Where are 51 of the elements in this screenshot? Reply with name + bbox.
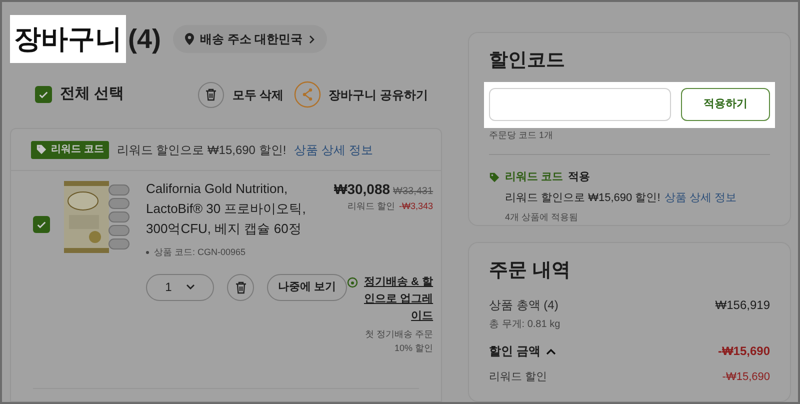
tag-icon: [36, 144, 47, 156]
share-cart-button[interactable]: 장바구니 공유하기: [294, 81, 428, 108]
discount-amount: -₩3,343: [399, 200, 434, 214]
delete-all-button[interactable]: 모두 삭제: [198, 82, 284, 108]
reward-code-tag: 리워드 코드: [31, 140, 109, 159]
page-title: 장바구니: [10, 15, 126, 63]
promo-text: 리워드 할인으로 ₩15,690 할인!: [116, 142, 286, 159]
applied-details-link[interactable]: 상품 상세 정보: [664, 190, 736, 206]
item-count: (4): [128, 22, 161, 56]
discount-total: -₩15,690: [718, 343, 770, 360]
product-details-link[interactable]: 상품 상세 정보: [294, 140, 373, 159]
applied-discount-text: 리워드 할인으로 ₩15,690 할인!: [505, 190, 660, 206]
chevron-down-icon: [186, 284, 195, 290]
save-for-later-button[interactable]: 나중에 보기: [267, 274, 348, 301]
tag-icon: [489, 172, 500, 183]
trash-icon: [234, 280, 246, 294]
summary-label: 리워드 할인: [489, 370, 548, 385]
discount-label: 리워드 할인: [348, 200, 396, 214]
check-icon: [36, 219, 47, 230]
subscribe-note: 첫 정기배송 주문 10% 할인: [364, 328, 434, 355]
subscribe-icon: [347, 276, 358, 288]
original-price: ₩33,431: [393, 185, 434, 200]
select-all-label: 전체 선택: [60, 84, 124, 104]
share-icon: [294, 81, 321, 108]
order-summary-title: 주문 내역: [489, 258, 572, 282]
location-pin-icon: [185, 33, 194, 45]
shipping-address-button[interactable]: 배송 주소 대한민국: [173, 25, 327, 53]
summary-label: 상품 총액 (4): [489, 297, 558, 314]
apply-button[interactable]: 적용하기: [681, 88, 770, 121]
chevron-right-icon: [308, 34, 315, 44]
discount-toggle[interactable]: 할인 금액: [489, 342, 556, 360]
applied-code-tag: 리워드 코드: [505, 169, 564, 186]
trash-icon: [205, 88, 218, 102]
quantity-select[interactable]: 1: [146, 274, 214, 301]
bullet-icon: [146, 251, 149, 254]
checkbox[interactable]: [33, 216, 50, 234]
product-code: 상품 코드: CGN-00965: [154, 246, 246, 260]
check-icon: [38, 89, 49, 100]
checkbox[interactable]: [35, 86, 52, 104]
coupon-code-input[interactable]: [489, 88, 671, 121]
price: ₩30,088: [334, 180, 390, 200]
weight-note: 총 무게: 0.81 kg: [489, 318, 562, 332]
subscribe-upgrade-link[interactable]: 정기배송 & 할인으로 업그레이드: [361, 274, 434, 325]
coupon-title: 할인코드: [489, 49, 566, 73]
summary-value: -₩15,690: [722, 370, 770, 385]
applied-status: 적용: [568, 170, 590, 185]
coupon-note: 주문당 코드 1개: [489, 128, 554, 142]
product-name: California Gold Nutrition, LactoBif® 30 프로바이오틱, 300억CFU, 베지 캡슐 60정: [146, 180, 307, 238]
applied-items-note: 4개 상품에 적용됨: [505, 211, 580, 224]
delete-item-button[interactable]: [227, 274, 254, 301]
summary-value: ₩156,919: [715, 297, 770, 314]
